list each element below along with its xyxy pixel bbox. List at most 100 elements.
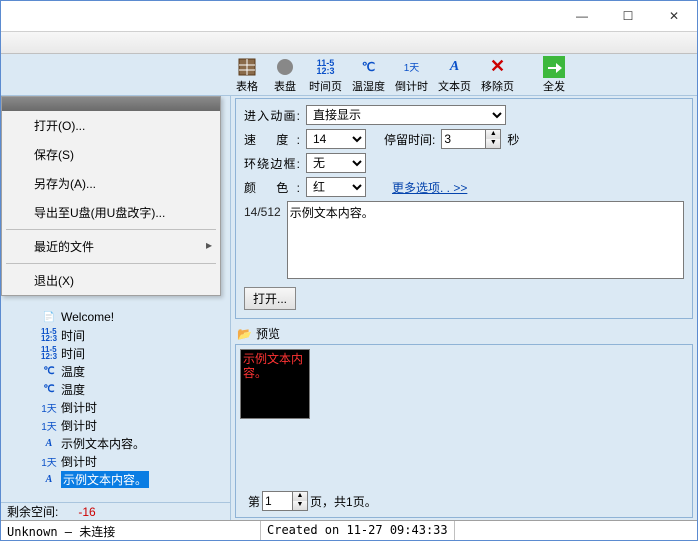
menu-saveas[interactable]: 另存为(A)... [2,169,220,198]
toolbar-label: 时间页 [309,78,342,94]
time-icon: 11-5 12:3 [41,346,57,360]
enter-anim-select[interactable]: 直接显示 [306,105,506,125]
toolbar-timepage[interactable]: 11-5 12:3 时间页 [307,56,344,94]
toolbar-dial[interactable]: 表盘 [269,56,301,94]
stay-input[interactable] [441,129,485,149]
close-button[interactable]: ✕ [651,1,697,32]
file-menu: 打开(O)... 保存(S) 另存为(A)... 导出至U盘(用U盘改字)...… [1,96,221,296]
table-icon [237,56,257,78]
menu-export[interactable]: 导出至U盘(用U盘改字)... [2,198,220,227]
tree-item[interactable]: 📄 Welcome! [5,308,230,326]
remaining-space: 剩余空间: -16 [1,502,230,520]
dial-icon [275,56,295,78]
menu-exit[interactable]: 退出(X) [2,266,220,295]
toolbar-label: 移除页 [481,78,514,94]
tree-item[interactable]: 1天倒计时 [5,398,230,416]
menubar [1,32,697,54]
temp-icon: ℃ [41,366,57,377]
border-label: 环绕边框: [244,155,300,172]
status-created: Created on 11-27 09:43:33 [261,521,455,540]
chevron-right-icon: ▸ [206,238,212,252]
text-icon: A [41,438,57,449]
send-icon [543,56,565,78]
remaining-label: 剩余空间: [7,503,58,520]
toolbar-table[interactable]: 表格 [231,56,263,94]
tree-item[interactable]: A示例文本内容。 [5,434,230,452]
status-connection: Unknown — 未连接 [1,521,261,540]
color-label: 颜 色: [244,179,300,196]
properties-box: 进入动画: 直接显示 速 度: 14 停留时间: ▲▼ 秒 环绕边框: 无 [235,98,693,319]
temp-icon: ℃ [362,56,375,78]
titlebar: — ☐ ✕ [1,1,697,32]
color-select[interactable]: 红 [306,177,366,197]
tree-item[interactable]: 1天倒计时 [5,416,230,434]
maximize-button[interactable]: ☐ [605,1,651,32]
spin-up-icon[interactable]: ▲ [486,130,500,139]
enter-anim-label: 进入动画: [244,107,300,124]
minimize-button[interactable]: — [559,1,605,32]
preview-header: 📂 预览 [237,325,691,342]
tree-item-label: 时间 [61,327,85,344]
toolbar-label: 温湿度 [352,78,385,94]
tree-item-label: 温度 [61,363,85,380]
tree-item[interactable]: A 示例文本内容。 [5,470,230,488]
tree-item[interactable]: 1天倒计时 [5,452,230,470]
border-select[interactable]: 无 [306,153,366,173]
remaining-value: -16 [78,505,95,519]
spin-down-icon[interactable]: ▼ [486,139,500,148]
menu-recent[interactable]: 最近的文件▸ [2,232,220,261]
toolbar-label: 文本页 [438,78,471,94]
folder-icon: 📂 [237,327,252,341]
toolbar-label: 全发 [543,78,565,94]
toolbar-label: 表盘 [274,78,296,94]
menu-save[interactable]: 保存(S) [2,140,220,169]
menu-separator [6,229,216,230]
page-spinner[interactable]: ▲▼ [262,491,308,511]
tree-item-label: Welcome! [61,310,114,324]
text-icon: A [41,474,57,485]
toolbar: 表格 表盘 11-5 12:3 时间页 ℃ 温湿度 1天 倒计时 A 文本页 ✕… [1,54,697,96]
toolbar-sendall[interactable]: 全发 [538,56,570,94]
more-options-link[interactable]: 更多选项. . >> [392,179,467,196]
tree-item[interactable]: ℃ 温度 [5,380,230,398]
statusbar: Unknown — 未连接 Created on 11-27 09:43:33 [1,520,697,540]
countdown-icon: 1天 [404,56,420,78]
text-icon: A [450,56,459,78]
led-preview: 示例文本内容。 [240,349,310,419]
toolbar-removepage[interactable]: ✕ 移除页 [479,56,516,94]
page-input[interactable] [262,491,292,511]
preview-label: 预览 [256,325,280,342]
page-suffix: 页，共1页。 [310,493,377,510]
menu-grip [2,97,220,111]
toolbar-countdown[interactable]: 1天 倒计时 [393,56,430,94]
countdown-icon: 1天 [41,400,57,415]
stay-spinner[interactable]: ▲▼ [441,129,501,149]
tree-item-label: 温度 [61,381,85,398]
delete-icon: ✕ [490,56,505,78]
menu-separator [6,263,216,264]
content-textarea[interactable]: 示例文本内容。 [287,201,684,279]
open-file-button[interactable]: 打开... [244,287,296,310]
tree-item-label: 倒计时 [61,399,97,416]
tree-item-label: 倒计时 [61,417,97,434]
tree-item[interactable]: ℃ 温度 [5,362,230,380]
tree-item[interactable]: 11-5 12:3时间 [5,326,230,344]
preview-box: 示例文本内容。 第 ▲▼ 页，共1页。 [235,344,693,518]
tree-item-label: 倒计时 [61,453,97,470]
stay-unit: 秒 [507,131,519,148]
menu-open[interactable]: 打开(O)... [2,111,220,140]
tree-item[interactable]: 11-5 12:3 时间 [5,344,230,362]
toolbar-textpage[interactable]: A 文本页 [436,56,473,94]
temp-icon: ℃ [41,384,57,395]
spin-down-icon[interactable]: ▼ [293,501,307,510]
page-prefix: 第 [248,493,260,510]
right-panel: 进入动画: 直接显示 速 度: 14 停留时间: ▲▼ 秒 环绕边框: 无 [231,96,697,520]
toolbar-temphum[interactable]: ℃ 温湿度 [350,56,387,94]
speed-label: 速 度: [244,131,300,148]
doc-icon: 📄 [41,312,57,323]
time-icon: 11-5 12:3 [316,56,334,78]
speed-select[interactable]: 14 [306,129,366,149]
tree-item-label: 时间 [61,345,85,362]
spin-up-icon[interactable]: ▲ [293,492,307,501]
tree-item-label: 示例文本内容。 [61,471,149,488]
